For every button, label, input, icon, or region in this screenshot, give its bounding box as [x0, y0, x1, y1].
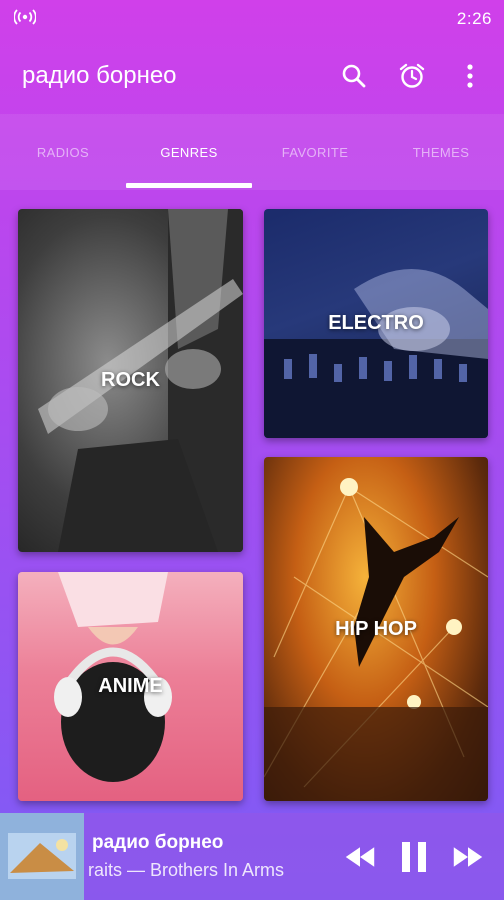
fast-forward-button[interactable]	[452, 841, 484, 873]
mini-player[interactable]: радио борнео raits — Brothers In Arms	[0, 813, 504, 900]
search-icon	[342, 64, 366, 88]
fast-forward-icon	[453, 846, 483, 867]
tab-radios[interactable]: RADIOS	[0, 114, 126, 190]
tab-genres[interactable]: GENRES	[126, 114, 252, 190]
genre-label: ANIME	[98, 675, 163, 697]
app-bar: радио борнео	[0, 38, 504, 114]
genre-label: HIP HOP	[335, 617, 417, 640]
track-subtitle: raits — Brothers In Arms	[88, 860, 285, 880]
rewind-button[interactable]	[344, 841, 376, 873]
track-title: радио борнео	[92, 832, 224, 853]
genre-card-hip-hop[interactable]: HIP HOP	[264, 457, 488, 801]
genre-card-anime[interactable]: ANIME	[18, 572, 243, 801]
tab-favorite[interactable]: FAVORITE	[252, 114, 378, 190]
genre-label: ROCK	[101, 369, 160, 391]
album-art	[0, 813, 84, 900]
more-vert-icon	[467, 64, 473, 88]
genre-label: ELECTRO	[328, 312, 424, 334]
search-button[interactable]	[338, 60, 370, 92]
rewind-icon	[345, 846, 375, 867]
tab-themes[interactable]: THEMES	[378, 114, 504, 190]
pause-icon	[402, 841, 426, 872]
genre-card-rock[interactable]: ROCK	[18, 209, 243, 552]
broadcast-icon	[13, 8, 37, 30]
alarm-clock-icon	[399, 63, 425, 88]
more-options-button[interactable]	[454, 60, 486, 92]
pause-button[interactable]	[398, 841, 430, 873]
genre-card-electro[interactable]: ELECTRO	[264, 209, 488, 438]
status-time: 2:26	[456, 9, 492, 28]
alarm-button[interactable]	[396, 60, 428, 92]
tab-bar: RADIOS GENRES FAVORITE THEMES	[0, 114, 504, 190]
status-bar: 2:26	[0, 0, 504, 38]
app-title: радио борнео	[22, 62, 177, 89]
